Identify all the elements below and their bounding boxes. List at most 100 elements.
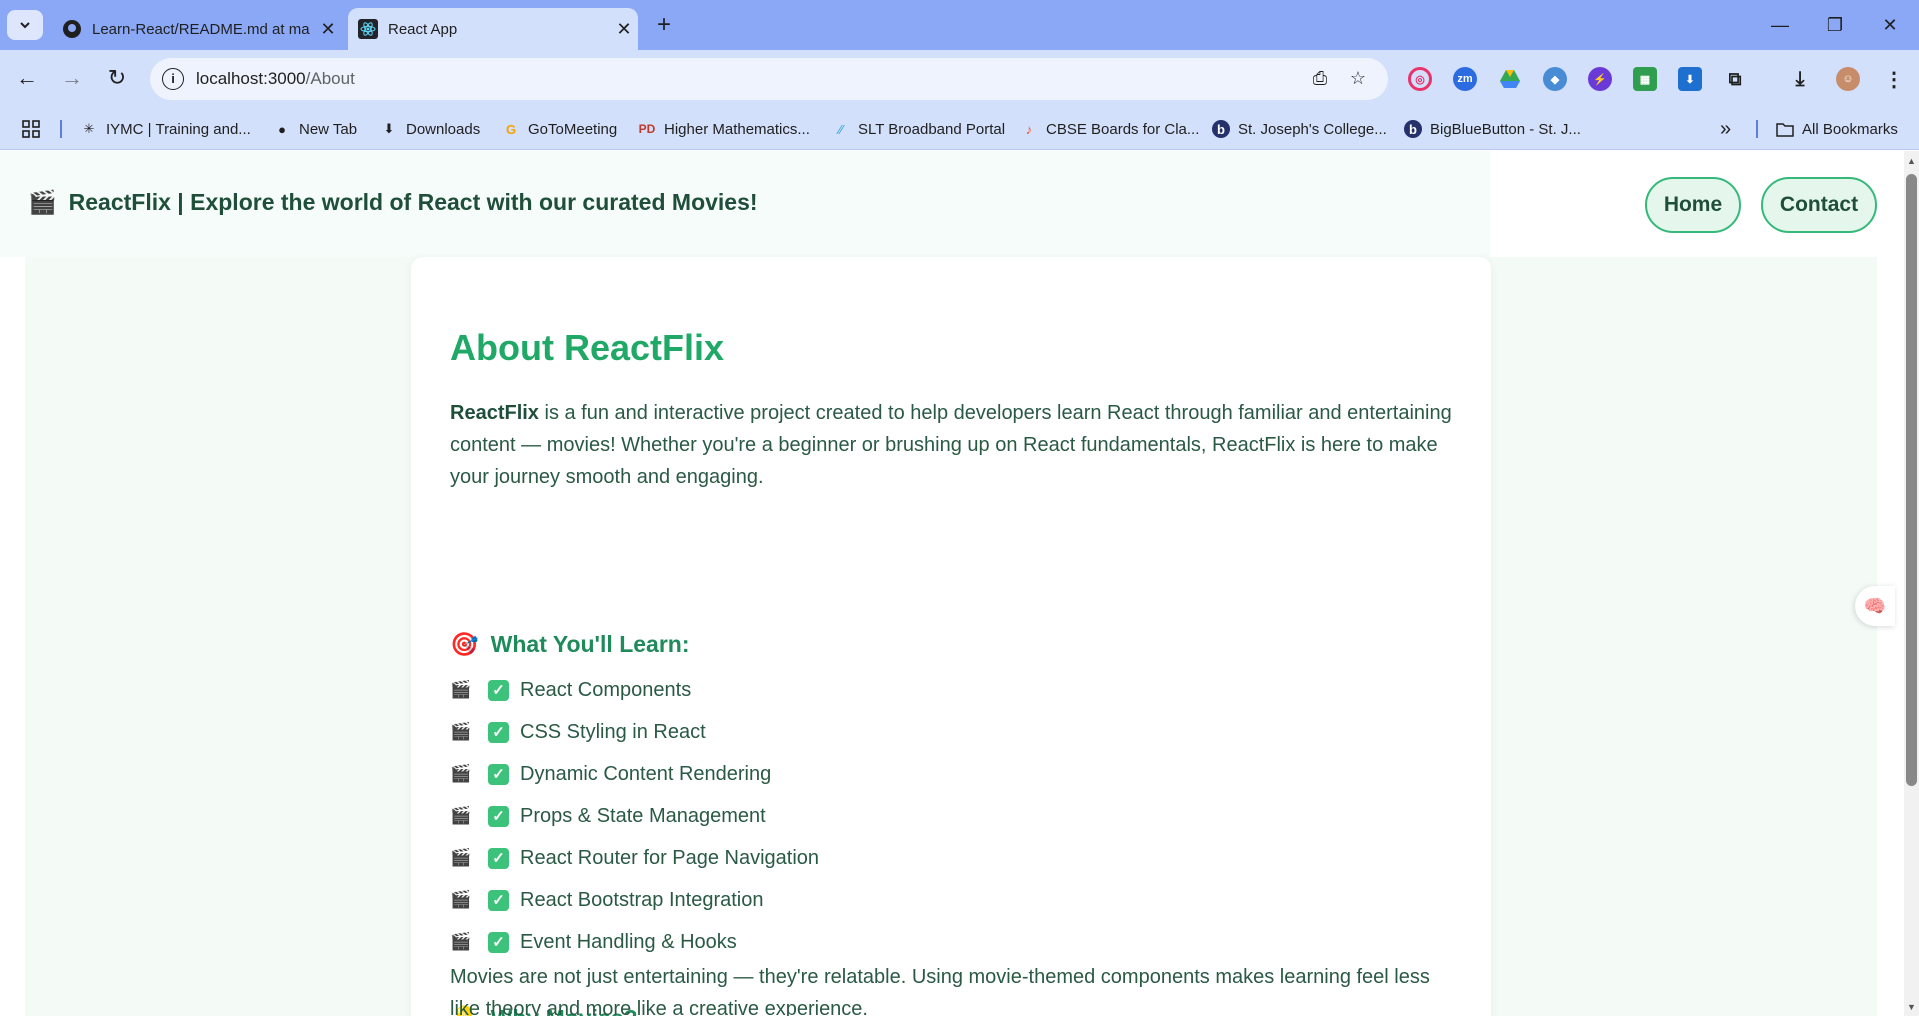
bookmark-bigbluebutton[interactable]: b BigBlueButton - St. J... bbox=[1404, 118, 1581, 140]
about-card: About ReactFlix ReactFlix is a fun and i… bbox=[411, 257, 1491, 1016]
bigbluebutton-icon: b bbox=[1404, 120, 1422, 138]
window-close-icon[interactable]: ✕ bbox=[1870, 10, 1910, 40]
intro-paragraph: ReactFlix is a fun and interactive proje… bbox=[450, 397, 1460, 493]
checkmark-icon: ✓ bbox=[488, 763, 509, 785]
extension-rocket-icon[interactable]: ⚡ bbox=[1588, 67, 1612, 91]
list-item: 🎬 ✓ React Router for Page Navigation bbox=[450, 846, 820, 869]
nav-contact-button[interactable]: Contact bbox=[1761, 177, 1877, 233]
forward-arrow-icon[interactable]: → bbox=[56, 62, 88, 94]
clapperboard-icon: 🎬 bbox=[450, 932, 472, 951]
clapperboard-icon: 🎬 bbox=[450, 890, 472, 909]
list-item: 🎬 ✓ React Bootstrap Integration bbox=[450, 888, 764, 911]
downloads-icon[interactable]: ⤓ bbox=[1788, 67, 1812, 91]
clapperboard-icon: 🎬 bbox=[450, 806, 472, 825]
list-item: 🎬 ✓ CSS Styling in React bbox=[450, 720, 706, 743]
clapperboard-icon: 🎬 bbox=[28, 189, 57, 215]
slt-icon: ⁄⁄ bbox=[838, 121, 844, 137]
all-bookmarks-button[interactable]: All Bookmarks bbox=[1776, 118, 1898, 140]
tab-search-button[interactable] bbox=[7, 10, 43, 40]
brain-extension-icon[interactable]: 🧠 bbox=[1855, 586, 1895, 626]
gotomeeting-icon: G bbox=[505, 121, 517, 137]
google-drive-icon[interactable] bbox=[1498, 67, 1522, 91]
minimize-icon[interactable]: — bbox=[1760, 10, 1800, 40]
intro-brand: ReactFlix bbox=[450, 402, 539, 424]
checkmark-icon: ✓ bbox=[488, 889, 509, 911]
reload-icon[interactable]: ↻ bbox=[101, 62, 133, 94]
checkmark-icon: ✓ bbox=[488, 679, 509, 701]
download-icon: ⬇ bbox=[383, 121, 395, 136]
list-item: 🎬 ✓ Props & State Management bbox=[450, 804, 766, 827]
github-icon bbox=[62, 19, 82, 39]
site-title-text: ReactFlix | Explore the world of React w… bbox=[68, 189, 758, 215]
profile-avatar[interactable]: ☺ bbox=[1836, 67, 1860, 91]
bookmark-new-tab[interactable]: ● New Tab bbox=[273, 118, 357, 140]
list-item: 🎬 ✓ Event Handling & Hooks bbox=[450, 930, 737, 953]
zoom-extension-icon[interactable]: zm bbox=[1453, 67, 1477, 91]
page-title: About ReactFlix bbox=[450, 327, 725, 368]
bookmark-gotomeeting[interactable]: G GoToMeeting bbox=[502, 118, 617, 140]
scroll-down-arrow-icon[interactable]: ▼ bbox=[1904, 999, 1919, 1015]
close-icon[interactable]: ✕ bbox=[610, 19, 638, 40]
clapperboard-icon: 🎬 bbox=[450, 680, 472, 699]
menu-kebab-icon[interactable]: ⋮ bbox=[1882, 67, 1906, 91]
checkmark-icon: ✓ bbox=[488, 931, 509, 953]
checkmark-icon: ✓ bbox=[488, 805, 509, 827]
page-viewport: 🎬 ReactFlix | Explore the world of React … bbox=[0, 151, 1904, 1016]
clapperboard-icon: 🎬 bbox=[450, 764, 472, 783]
bookmark-iymc[interactable]: ✳ IYMC | Training and... bbox=[80, 118, 251, 140]
extension-cap-icon[interactable]: ◆ bbox=[1543, 67, 1567, 91]
bookmark-star-icon[interactable]: ☆ bbox=[1346, 68, 1370, 90]
cbse-icon: ♪ bbox=[1025, 121, 1033, 137]
list-item: 🎬 ✓ React Components bbox=[450, 678, 692, 701]
extension-circle-icon[interactable]: ◎ bbox=[1408, 67, 1432, 91]
url-text[interactable]: localhost:3000/About bbox=[196, 69, 355, 89]
bookmark-slt-broadband[interactable]: ⁄⁄ SLT Broadband Portal bbox=[832, 118, 1005, 140]
site-title[interactable]: 🎬 ReactFlix | Explore the world of React … bbox=[28, 189, 758, 216]
learn-heading: 🎯 What You'll Learn: bbox=[450, 631, 690, 657]
address-bar[interactable]: i localhost:3000/About ⎙ ☆ bbox=[150, 58, 1388, 100]
intro-text: is a fun and interactive project created… bbox=[450, 402, 1452, 488]
why-paragraph: Movies are not just entertaining — they'… bbox=[450, 966, 1430, 1016]
bookmarks-bar: ✳ IYMC | Training and... ● New Tab ⬇ Downlo… bbox=[0, 108, 1919, 150]
iymc-icon: ✳ bbox=[83, 121, 95, 136]
site-info-icon[interactable]: i bbox=[162, 68, 184, 90]
install-app-icon[interactable]: ⎙ bbox=[1308, 68, 1332, 90]
tab-github-readme[interactable]: Learn-React/README.md at ma ✕ bbox=[52, 8, 342, 50]
sheets-extension-icon[interactable]: ▦ bbox=[1633, 67, 1657, 91]
back-arrow-icon[interactable]: ← bbox=[11, 62, 43, 94]
browser-tab-bar: Learn-React/README.md at ma ✕ React App … bbox=[0, 0, 1919, 50]
scrollbar-thumb[interactable] bbox=[1906, 174, 1917, 786]
nav-home-button[interactable]: Home bbox=[1645, 177, 1741, 233]
learn-list: 🎬 ✓ React Components 🎬 ✓ CSS Styling in Reac… bbox=[450, 669, 819, 963]
site-header: 🎬 ReactFlix | Explore the world of React … bbox=[0, 151, 1490, 257]
chevron-down-icon bbox=[20, 22, 30, 29]
tab-react-app[interactable]: React App ✕ bbox=[348, 8, 638, 50]
pdf-icon: PD bbox=[638, 122, 656, 136]
browser-toolbar: ← → ↻ i localhost:3000/About ⎙ ☆ bbox=[0, 50, 1919, 108]
bigbluebutton-icon: b bbox=[1212, 120, 1230, 138]
globe-icon: ● bbox=[278, 121, 286, 137]
close-icon[interactable]: ✕ bbox=[314, 19, 342, 40]
bookmarks-separator bbox=[1756, 120, 1758, 138]
bookmark-higher-mathematics[interactable]: PD Higher Mathematics... bbox=[638, 118, 810, 140]
bookmarks-overflow-button[interactable]: » bbox=[1720, 118, 1731, 140]
new-tab-button[interactable]: + bbox=[650, 12, 678, 40]
apps-grid-icon[interactable] bbox=[22, 118, 40, 140]
checkmark-icon: ✓ bbox=[488, 847, 509, 869]
checkmark-icon: ✓ bbox=[488, 721, 509, 743]
restore-icon[interactable]: ❐ bbox=[1815, 10, 1855, 40]
folder-icon bbox=[1776, 120, 1794, 138]
target-icon: 🎯 bbox=[450, 631, 479, 657]
clapperboard-icon: 🎬 bbox=[450, 722, 472, 741]
download-extension-icon[interactable]: ⬇ bbox=[1678, 67, 1702, 91]
tab-title: Learn-React/README.md at ma bbox=[92, 20, 310, 38]
bookmark-cbse[interactable]: ♪ CBSE Boards for Cla... bbox=[1020, 118, 1200, 140]
extensions-puzzle-icon[interactable]: ⧉ bbox=[1723, 67, 1747, 91]
list-item: 🎬 ✓ Dynamic Content Rendering bbox=[450, 762, 772, 785]
bookmark-st-josephs[interactable]: b St. Joseph's College... bbox=[1212, 118, 1387, 140]
react-icon bbox=[358, 19, 378, 39]
tab-title: React App bbox=[388, 20, 458, 38]
bookmark-downloads[interactable]: ⬇ Downloads bbox=[380, 118, 481, 140]
clapperboard-icon: 🎬 bbox=[450, 848, 472, 867]
scroll-up-arrow-icon[interactable]: ▲ bbox=[1904, 153, 1919, 169]
